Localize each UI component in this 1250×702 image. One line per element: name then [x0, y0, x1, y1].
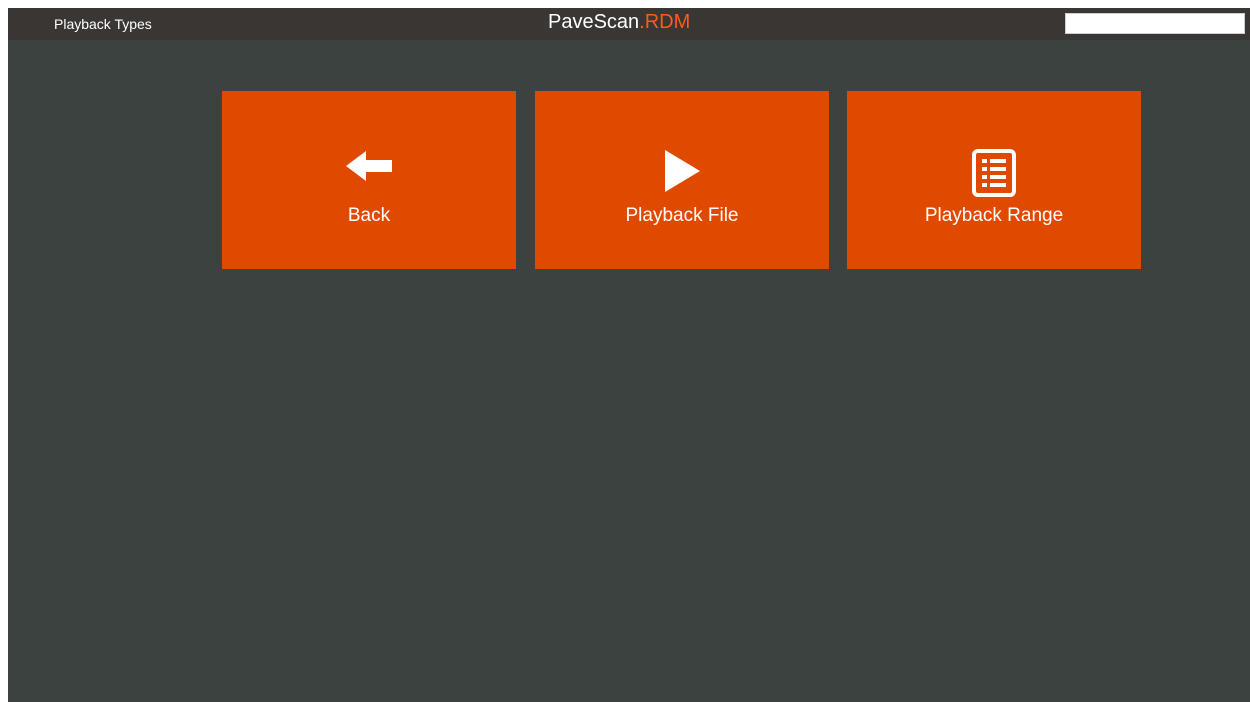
- playback-range-button-label: Playback Range: [924, 205, 1064, 226]
- page-title: Playback Types: [54, 16, 152, 32]
- top-bar: Playback Types PaveScan.RDM: [8, 8, 1250, 40]
- list-icon: [847, 149, 1141, 197]
- arrow-left-icon: [222, 149, 516, 195]
- back-button-label: Back: [347, 205, 391, 226]
- search-input[interactable]: [1065, 13, 1245, 34]
- app-window: Playback Types PaveScan.RDM Back Playbac…: [8, 8, 1250, 702]
- back-button[interactable]: Back: [222, 91, 516, 269]
- playback-file-button-label: Playback File: [625, 205, 739, 226]
- logo-main-text: PaveScan: [548, 11, 640, 33]
- playback-file-button[interactable]: Playback File: [535, 91, 829, 269]
- app-logo: PaveScan.RDM: [548, 10, 690, 34]
- playback-range-button[interactable]: Playback Range: [847, 91, 1141, 269]
- logo-accent-text: RDM: [644, 11, 691, 33]
- play-icon: [535, 149, 829, 195]
